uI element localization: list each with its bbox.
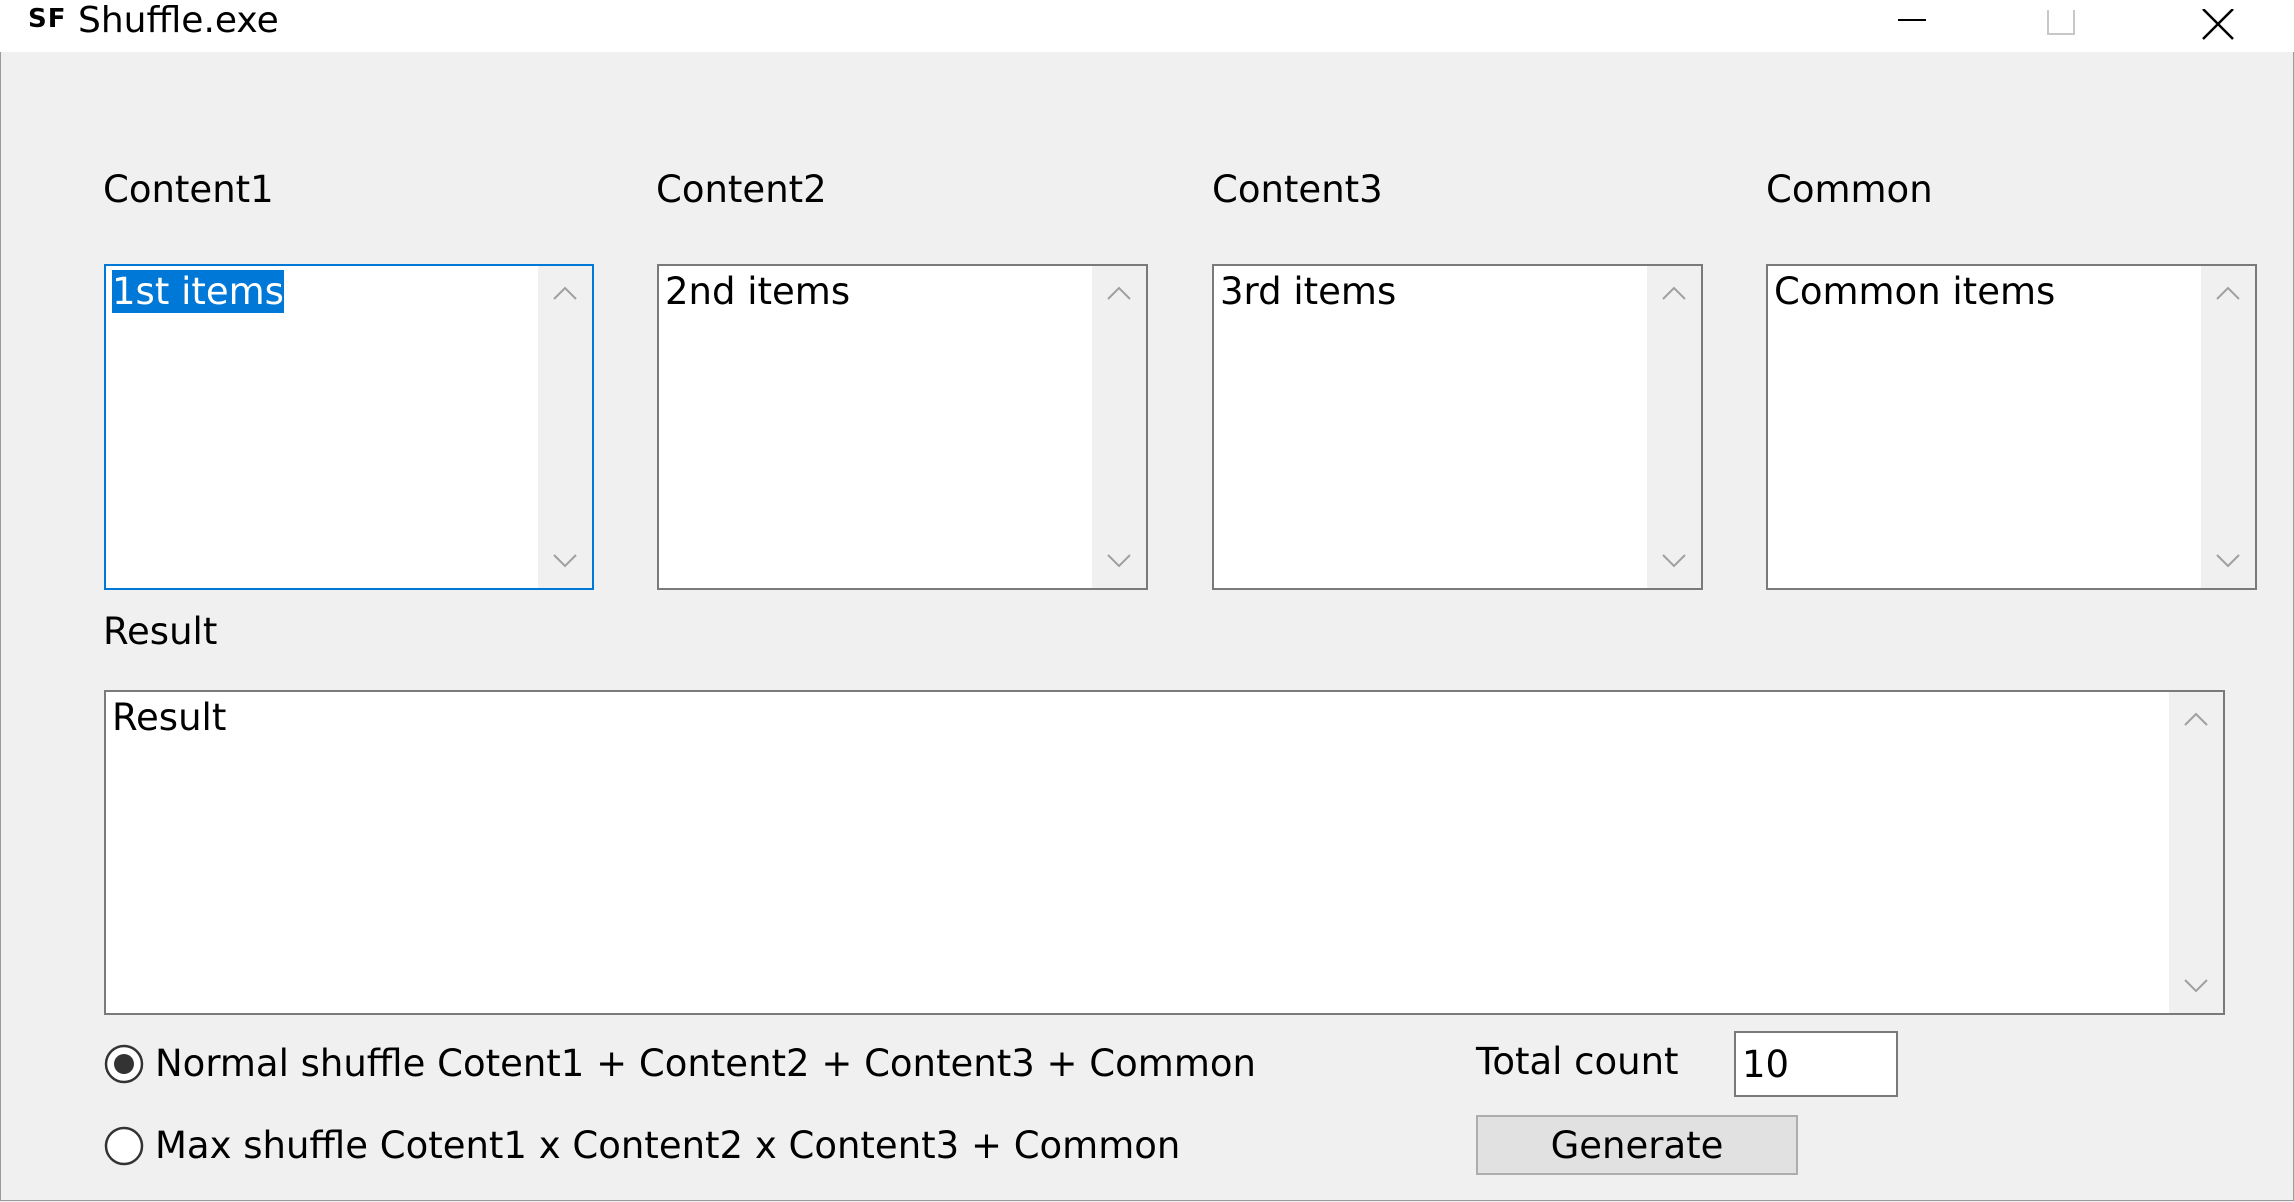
content2-text: 2nd items	[665, 270, 851, 313]
scroll-up-button[interactable]	[1092, 266, 1146, 320]
scroll-down-button[interactable]	[538, 534, 592, 588]
chevron-up-icon	[2216, 286, 2240, 300]
common-label: Common	[1766, 168, 1933, 211]
window-title: Shuffle.exe	[78, 0, 279, 41]
result-textarea[interactable]: Result	[104, 690, 2225, 1015]
minimize-button[interactable]	[1864, 0, 1960, 52]
maximize-icon	[2047, 10, 2075, 35]
content1-textarea[interactable]: 1st items	[104, 264, 594, 590]
max-shuffle-label[interactable]: Max shuffle Cotent1 x Content2 x Content…	[155, 1124, 1180, 1167]
scroll-up-button[interactable]	[2169, 692, 2223, 746]
chevron-down-icon	[2184, 979, 2208, 993]
chevron-down-icon	[1662, 554, 1686, 568]
scroll-down-button[interactable]	[1647, 534, 1701, 588]
window-frame	[0, 52, 2294, 1201]
result-label: Result	[103, 610, 218, 653]
scroll-up-button[interactable]	[2201, 266, 2255, 320]
content3-text: 3rd items	[1220, 270, 1397, 313]
scroll-down-button[interactable]	[2169, 959, 2223, 1013]
title-bar: SF Shuffle.exe	[0, 0, 2294, 52]
content2-scrollbar[interactable]	[1092, 266, 1146, 588]
close-button[interactable]	[2170, 0, 2266, 52]
chevron-down-icon	[1107, 554, 1131, 568]
common-text: Common items	[1774, 270, 2056, 313]
generate-button[interactable]: Generate	[1476, 1115, 1798, 1175]
chevron-up-icon	[1662, 286, 1686, 300]
result-text: Result	[112, 696, 227, 739]
content3-scrollbar[interactable]	[1647, 266, 1701, 588]
scroll-up-button[interactable]	[1647, 266, 1701, 320]
chevron-up-icon	[2184, 712, 2208, 726]
content1-label: Content1	[103, 168, 274, 211]
scroll-down-button[interactable]	[1092, 534, 1146, 588]
close-icon	[2202, 9, 2234, 40]
chevron-up-icon	[553, 286, 577, 300]
scroll-up-button[interactable]	[538, 266, 592, 320]
total-count-input[interactable]	[1734, 1031, 1898, 1097]
common-textarea[interactable]: Common items	[1766, 264, 2257, 590]
maximize-button[interactable]	[2013, 0, 2109, 52]
app-icon: SF	[28, 4, 67, 34]
result-scrollbar[interactable]	[2169, 692, 2223, 1013]
normal-shuffle-label[interactable]: Normal shuffle Cotent1 + Content2 + Cont…	[155, 1042, 1256, 1085]
chevron-down-icon	[2216, 554, 2240, 568]
scroll-down-button[interactable]	[2201, 534, 2255, 588]
max-shuffle-radio[interactable]	[104, 1126, 144, 1166]
content1-scrollbar[interactable]	[538, 266, 592, 588]
content2-textarea[interactable]: 2nd items	[657, 264, 1148, 590]
chevron-down-icon	[553, 554, 577, 568]
content1-text: 1st items	[112, 270, 284, 313]
common-scrollbar[interactable]	[2201, 266, 2255, 588]
normal-shuffle-radio[interactable]	[104, 1044, 144, 1084]
total-count-label: Total count	[1476, 1040, 1679, 1083]
chevron-up-icon	[1107, 286, 1131, 300]
minimize-icon	[1898, 19, 1926, 21]
content3-label: Content3	[1212, 168, 1383, 211]
content3-textarea[interactable]: 3rd items	[1212, 264, 1703, 590]
content2-label: Content2	[656, 168, 827, 211]
